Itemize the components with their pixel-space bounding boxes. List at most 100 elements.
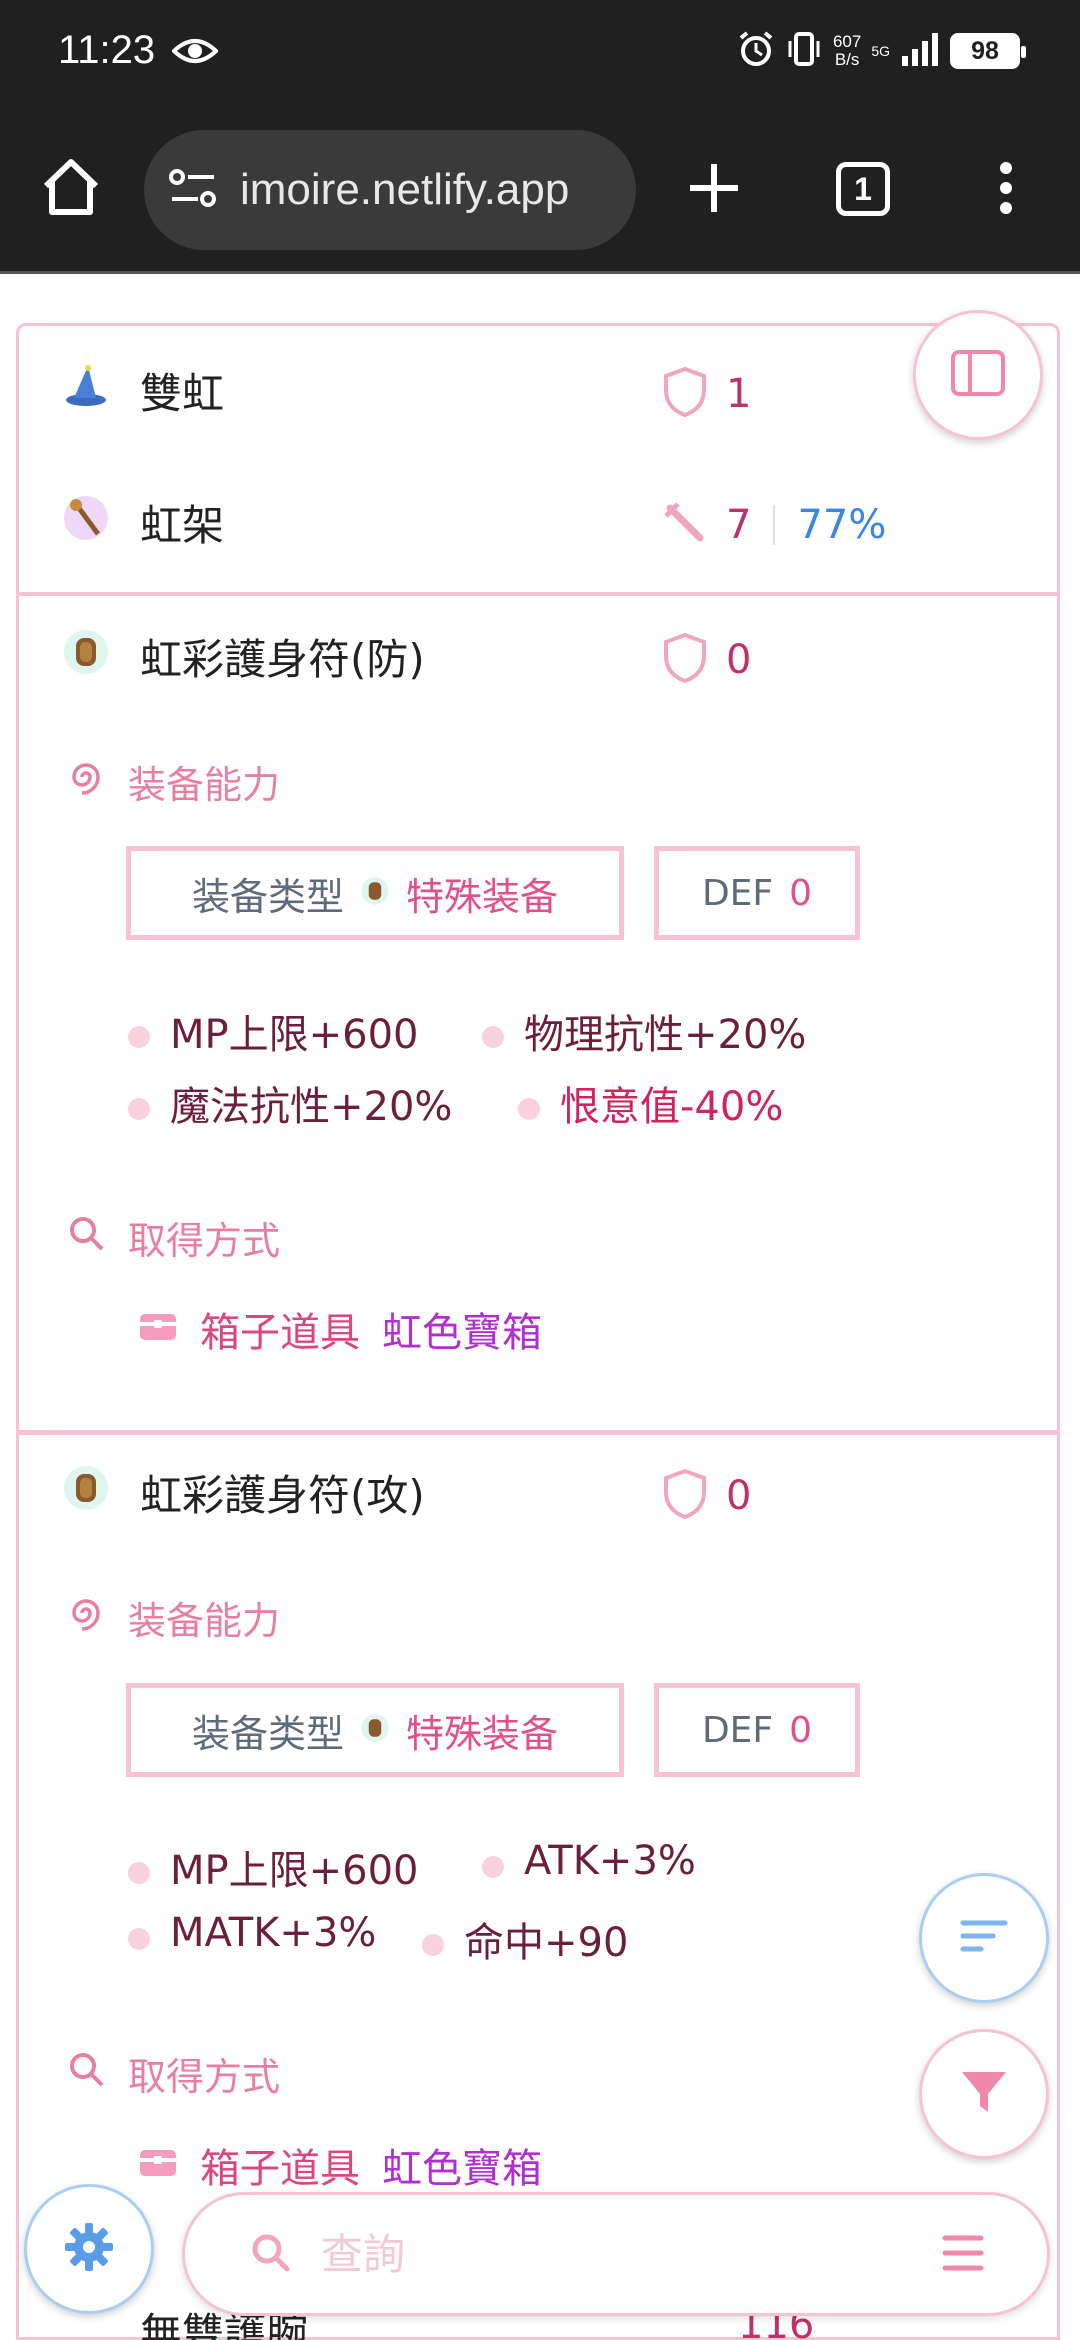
amulet-icon [62, 628, 110, 676]
vibrate-icon [785, 31, 823, 71]
stability-percent: 77% [797, 502, 887, 548]
search-bar[interactable] [182, 2192, 1050, 2316]
gear-icon [62, 2220, 116, 2278]
effect-item: ATK+3% [482, 1838, 696, 1884]
url-text[interactable]: imoire.netlify.app [240, 165, 569, 215]
equip-type-tag: 装备类型 特殊装备 [126, 1683, 624, 1777]
net-speed-unit: B/s [834, 50, 860, 69]
def-value: 0 [789, 1709, 813, 1751]
acquisition-source-link[interactable]: 虹色寶箱 [382, 1300, 542, 1358]
home-icon[interactable] [40, 156, 102, 222]
acquisition-row: 箱子道具 虹色寶箱 [138, 1300, 542, 1358]
def-tag: DEF 0 [654, 846, 860, 940]
effect-text: 魔法抗性+20% [170, 1084, 453, 1130]
equip-type-tag: 装备类型 特殊装备 [126, 846, 624, 940]
acquisition-source-link[interactable]: 虹色寶箱 [382, 2136, 542, 2194]
item-stat: 0 [662, 632, 751, 688]
hamburger-menu-icon[interactable] [941, 2233, 985, 2277]
new-tab-icon[interactable] [686, 160, 742, 220]
item-stat: 7 77% [662, 500, 886, 550]
sidebar-layout-icon [950, 349, 1006, 401]
divider [16, 1430, 1060, 1433]
effect-text: 物理抗性+20% [524, 1012, 807, 1058]
defense-value: 0 [726, 1473, 752, 1519]
divider [16, 593, 1060, 596]
settings-button[interactable] [24, 2184, 154, 2314]
shield-icon [662, 1468, 708, 1524]
tab-switcher-button[interactable]: 1 [836, 162, 890, 216]
filter-funnel-icon [958, 2066, 1010, 2122]
chest-icon [138, 1306, 178, 1352]
item-name[interactable]: 雙虹 [140, 360, 224, 421]
effect-text: MP上限+600 [170, 1848, 419, 1894]
effect-item: 物理抗性+20% [482, 1002, 806, 1060]
equip-type-label: 装备类型 [191, 1711, 344, 1756]
effect-item: 恨意值-40% [518, 1074, 783, 1132]
stat-separator [773, 505, 776, 545]
battery-indicator: 98 [950, 33, 1026, 69]
net-speed-value: 607 [832, 32, 862, 51]
shield-icon [662, 366, 708, 422]
staff-stat-icon [662, 500, 708, 550]
wizard-hat-icon [62, 362, 110, 410]
signal-icon [900, 32, 940, 70]
defense-value: 0 [726, 637, 752, 683]
amulet-icon [62, 1464, 110, 1512]
equip-type-label: 装备类型 [191, 874, 344, 919]
status-icons: 607 B/s 5G 98 [737, 30, 1026, 72]
effect-item: MATK+3% [128, 1910, 376, 1956]
effect-text: MATK+3% [170, 1910, 377, 1956]
search-input[interactable] [321, 2229, 901, 2279]
search-small-icon [66, 1213, 106, 1262]
acquisition-type: 箱子道具 [200, 2146, 360, 2192]
def-tag: DEF 0 [654, 1683, 860, 1777]
eye-icon [171, 36, 219, 70]
effect-item: MP上限+600 [128, 1838, 419, 1896]
amulet-small-icon [360, 871, 390, 915]
effect-text: ATK+3% [524, 1838, 696, 1884]
address-bar[interactable]: imoire.netlify.app [144, 130, 636, 250]
shield-icon [662, 632, 708, 688]
defense-value: 1 [726, 371, 752, 417]
effect-item: 魔法抗性+20% [128, 1074, 452, 1132]
def-value: 0 [789, 872, 813, 914]
status-time: 11:23 [58, 28, 156, 72]
amulet-small-icon [360, 1708, 390, 1752]
acquisition-heading: 取得方式 [66, 1210, 280, 1265]
equip-type-value: 特殊装备 [406, 1711, 559, 1756]
attack-value: 7 [726, 502, 752, 548]
sort-button[interactable] [919, 1873, 1049, 2003]
spiral-icon [66, 1593, 106, 1642]
item-stat: 1 [662, 366, 751, 422]
spiral-icon [66, 757, 106, 806]
item-stat: 0 [662, 1468, 751, 1524]
item-name[interactable]: 虹彩護身符(攻) [140, 1462, 425, 1523]
status-bar: 11:23 607 B/s 5G 98 [0, 0, 1080, 110]
site-settings-icon[interactable] [168, 168, 218, 212]
ability-heading: 装备能力 [66, 754, 280, 809]
network-speed: 607 B/s [833, 33, 861, 69]
item-name[interactable]: 虹彩護身符(防) [140, 626, 425, 687]
network-type: 5G [871, 43, 890, 59]
ability-heading-text: 装备能力 [128, 1599, 281, 1643]
ability-heading-text: 装备能力 [128, 763, 281, 807]
alarm-icon [737, 30, 775, 72]
effect-item: MP上限+600 [128, 1002, 419, 1060]
acquisition-heading-text: 取得方式 [128, 2055, 281, 2099]
def-label: DEF [701, 872, 774, 914]
acquisition-heading-text: 取得方式 [128, 1219, 281, 1263]
ability-heading: 装备能力 [66, 1590, 280, 1645]
layout-toggle-button[interactable] [913, 310, 1043, 440]
more-options-icon[interactable] [996, 160, 1016, 220]
effect-text: 恨意值-40% [560, 1084, 784, 1130]
def-label: DEF [701, 1709, 774, 1751]
acquisition-type: 箱子道具 [200, 1310, 360, 1356]
search-icon [249, 2231, 291, 2277]
effect-text: MP上限+600 [170, 1012, 419, 1058]
filter-button[interactable] [919, 2029, 1049, 2159]
acquisition-heading: 取得方式 [66, 2046, 280, 2101]
chest-icon [138, 2142, 178, 2188]
search-small-icon [66, 2049, 106, 2098]
equip-type-value: 特殊装备 [406, 874, 559, 919]
item-name[interactable]: 虹架 [140, 492, 224, 553]
